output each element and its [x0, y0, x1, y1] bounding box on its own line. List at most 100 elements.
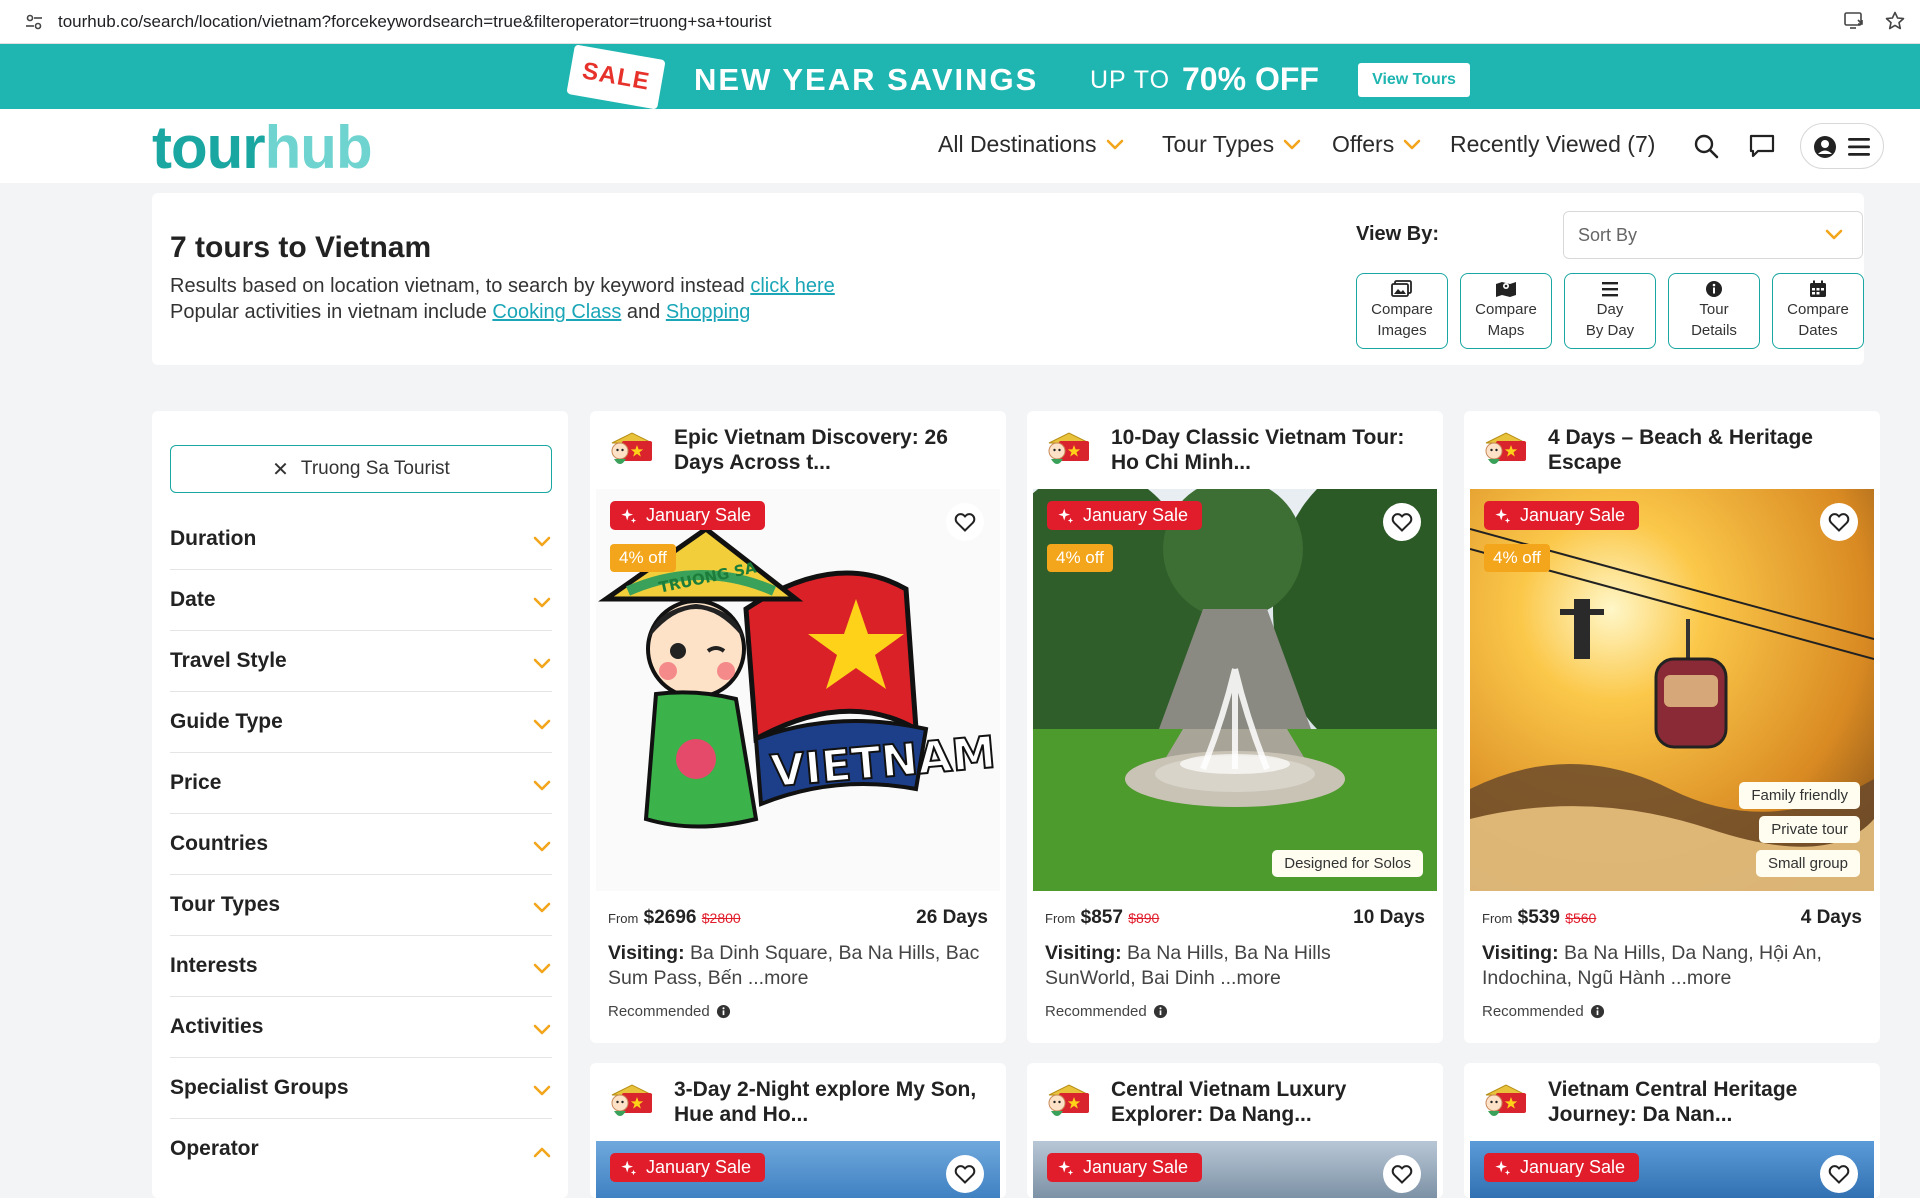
tour-card[interactable]: 3-Day 2-Night explore My Son, Hue and Ho… — [590, 1063, 1006, 1198]
filter-activities[interactable]: Activities — [170, 997, 552, 1058]
filter-date[interactable]: Date — [170, 570, 552, 631]
january-sale-badge: January Sale — [1484, 501, 1640, 530]
compare-images-button[interactable]: Compare Images — [1356, 273, 1448, 349]
results-note: Results based on location vietnam, to se… — [170, 275, 835, 298]
nav-label: All Destinations — [938, 131, 1097, 157]
from-label: From — [1482, 911, 1513, 926]
chevron-down-icon — [1824, 228, 1844, 242]
filter-travel-style[interactable]: Travel Style — [170, 631, 552, 692]
vb-line1: Tour — [1699, 301, 1729, 318]
compare-dates-button[interactable]: Compare Dates — [1772, 273, 1864, 349]
account-menu-button[interactable] — [1800, 123, 1884, 169]
vb-line2: Maps — [1487, 322, 1525, 339]
heart-icon — [1390, 510, 1414, 534]
tour-title[interactable]: Central Vietnam Luxury Explorer: Da Nang… — [1111, 1077, 1427, 1127]
chat-icon[interactable] — [1748, 132, 1776, 160]
tour-tag: Small group — [1755, 850, 1860, 877]
vb-line1: Compare — [1787, 301, 1849, 318]
tour-card[interactable]: 10-Day Classic Vietnam Tour: Ho Chi Minh… — [1027, 411, 1443, 1043]
site-settings-icon[interactable] — [24, 12, 44, 32]
banner-title: NEW YEAR SAVINGS — [694, 62, 1039, 97]
day-by-day-button[interactable]: Day By Day — [1564, 273, 1656, 349]
operator-logo — [1045, 1081, 1093, 1121]
vb-line2: Images — [1377, 322, 1427, 339]
nav-tour-types[interactable]: Tour Types — [1162, 131, 1302, 158]
tour-image[interactable]: TRUONG SA VIETNAM January Sale 4% off — [596, 489, 1000, 891]
tour-details-button[interactable]: Tour Details — [1668, 273, 1760, 349]
sparkle-icon — [1494, 1159, 1512, 1177]
tour-tag: Family friendly — [1739, 782, 1860, 809]
shopping-link[interactable]: Shopping — [666, 301, 751, 323]
active-filter-chip[interactable]: ✕ Truong Sa Tourist — [170, 445, 552, 493]
cooking-class-link[interactable]: Cooking Class — [492, 301, 621, 323]
results-summary: 7 tours to Vietnam Results based on loca… — [152, 193, 1864, 365]
filter-tour-types[interactable]: Tour Types — [170, 875, 552, 936]
wishlist-button[interactable] — [1383, 1155, 1421, 1193]
filter-price[interactable]: Price — [170, 753, 552, 814]
compare-maps-button[interactable]: Compare Maps — [1460, 273, 1552, 349]
tour-title[interactable]: 3-Day 2-Night explore My Son, Hue and Ho… — [674, 1077, 990, 1127]
popular-activities-text: Popular activities in vietnam include — [170, 301, 493, 323]
tour-image[interactable]: January Sale 4% off Family friendly Priv… — [1470, 489, 1874, 891]
filter-interests[interactable]: Interests — [170, 936, 552, 997]
install-app-icon[interactable] — [1843, 10, 1865, 32]
tour-image[interactable]: January Sale — [1033, 1141, 1437, 1198]
keyword-search-link[interactable]: click here — [750, 275, 834, 297]
sort-by-select[interactable]: Sort By — [1563, 211, 1863, 259]
visiting-label: Visiting: — [1482, 942, 1559, 964]
january-sale-badge: January Sale — [1484, 1153, 1640, 1182]
info-icon[interactable] — [1153, 1004, 1168, 1019]
filter-operator[interactable]: Operator — [170, 1119, 552, 1180]
view-by-label: View By: — [1356, 223, 1439, 245]
url-text[interactable]: tourhub.co/search/location/vietnam?force… — [58, 12, 771, 32]
chevron-down-icon — [532, 901, 552, 915]
tour-title[interactable]: Vietnam Central Heritage Journey: Da Nan… — [1548, 1077, 1864, 1127]
sale-tag: SALE — [566, 44, 666, 110]
old-price: $560 — [1565, 910, 1597, 926]
browser-address-bar: tourhub.co/search/location/vietnam?force… — [0, 0, 1920, 44]
tourhub-logo[interactable]: tourhub — [152, 113, 373, 182]
sale-text: January Sale — [1520, 1157, 1626, 1177]
tour-title[interactable]: 10-Day Classic Vietnam Tour: Ho Chi Minh… — [1111, 425, 1427, 475]
tour-image[interactable]: January Sale — [1470, 1141, 1874, 1198]
wishlist-button[interactable] — [1383, 503, 1421, 541]
sale-text: January Sale — [1083, 1157, 1189, 1177]
wishlist-button[interactable] — [946, 503, 984, 541]
tour-title[interactable]: Epic Vietnam Discovery: 26 Days Across t… — [674, 425, 990, 475]
info-icon[interactable] — [716, 1004, 731, 1019]
tour-tag: Private tour — [1759, 816, 1860, 843]
chevron-down-icon — [532, 657, 552, 671]
tour-title[interactable]: 4 Days – Beach & Heritage Escape — [1548, 425, 1864, 475]
filter-guide-type[interactable]: Guide Type — [170, 692, 552, 753]
tour-card[interactable]: 4 Days – Beach & Heritage Escape January… — [1464, 411, 1880, 1043]
filter-duration[interactable]: Duration — [170, 509, 552, 570]
chevron-down-icon — [532, 535, 552, 549]
tour-image[interactable]: January Sale — [596, 1141, 1000, 1198]
vb-line1: Compare — [1475, 301, 1537, 318]
view-tours-button[interactable]: View Tours — [1358, 63, 1470, 97]
nav-offers[interactable]: Offers — [1332, 131, 1422, 158]
nav-all-destinations[interactable]: All Destinations — [938, 131, 1125, 158]
search-icon[interactable] — [1692, 132, 1720, 160]
tour-image[interactable]: January Sale 4% off Designed for Solos — [1033, 489, 1437, 891]
wishlist-button[interactable] — [1820, 503, 1858, 541]
info-icon[interactable] — [1590, 1004, 1605, 1019]
chevron-down-icon — [532, 840, 552, 854]
tour-visiting: Visiting: Ba Na Hills, Da Nang, Hội An, … — [1482, 941, 1862, 991]
old-price: $890 — [1128, 910, 1160, 926]
bookmark-star-icon[interactable] — [1884, 10, 1906, 32]
wishlist-button[interactable] — [1820, 1155, 1858, 1193]
tour-card[interactable]: Central Vietnam Luxury Explorer: Da Nang… — [1027, 1063, 1443, 1198]
sale-text: January Sale — [1083, 505, 1189, 525]
sale-text: January Sale — [1520, 505, 1626, 525]
filter-label: Operator — [170, 1137, 259, 1160]
tour-card[interactable]: Vietnam Central Heritage Journey: Da Nan… — [1464, 1063, 1880, 1198]
filter-specialist-groups[interactable]: Specialist Groups — [170, 1058, 552, 1119]
wishlist-button[interactable] — [946, 1155, 984, 1193]
info-icon — [1706, 281, 1722, 297]
filter-countries[interactable]: Countries — [170, 814, 552, 875]
tour-card[interactable]: Epic Vietnam Discovery: 26 Days Across t… — [590, 411, 1006, 1043]
close-icon[interactable]: ✕ — [272, 457, 289, 482]
nav-recently-viewed[interactable]: Recently Viewed (7) — [1450, 131, 1655, 158]
recommended-text: Recommended — [1482, 1003, 1584, 1020]
